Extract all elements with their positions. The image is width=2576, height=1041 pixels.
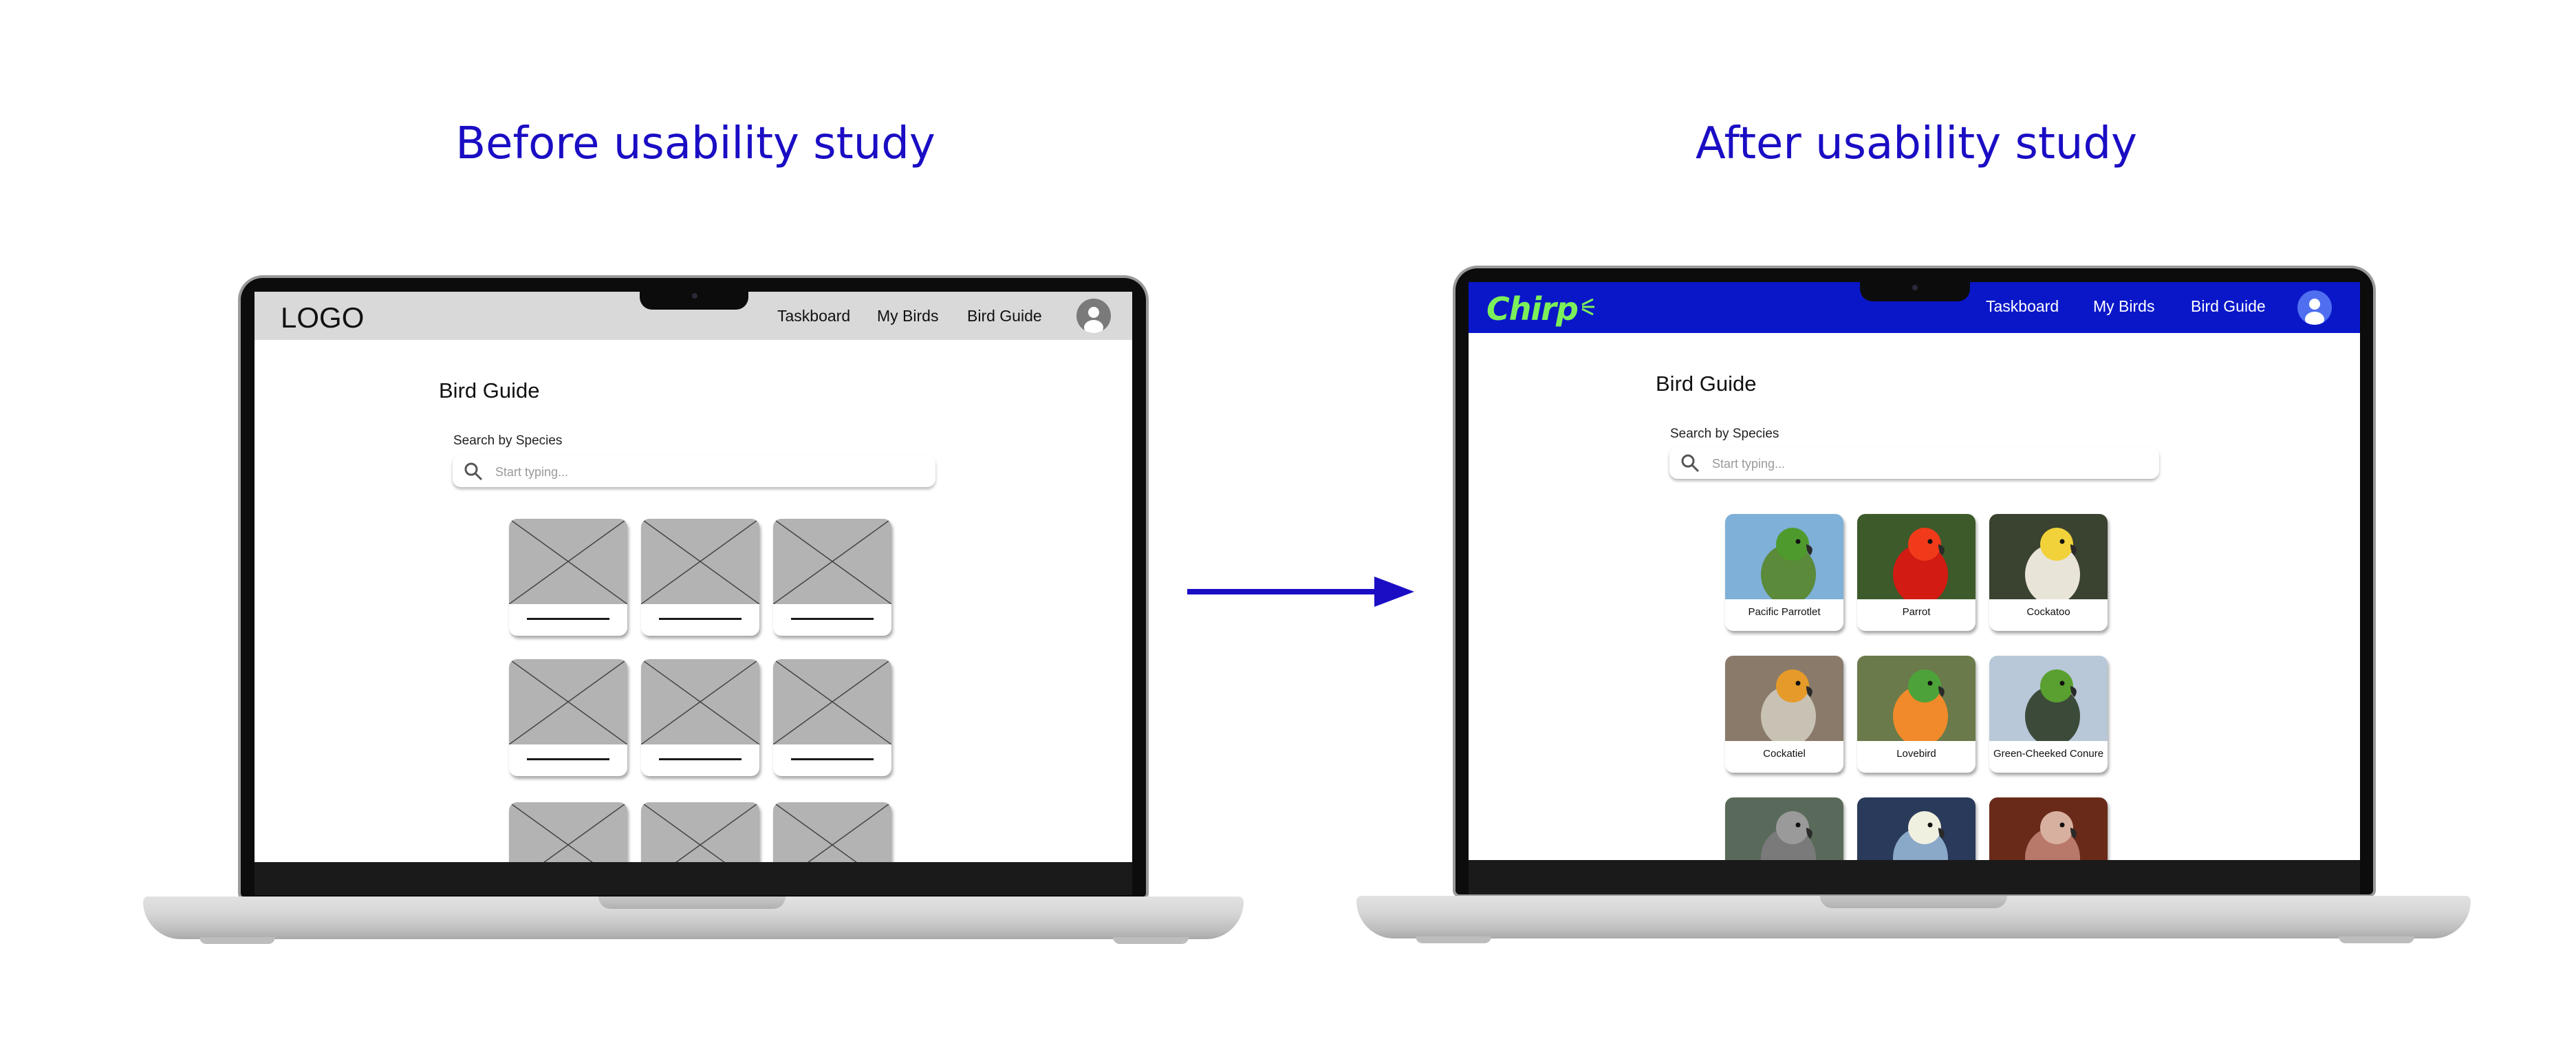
chirp-logo[interactable]: Chirp	[1486, 290, 1596, 328]
page-title: Bird Guide	[439, 378, 540, 403]
placeholder-card[interactable]	[641, 659, 759, 776]
after-navbar: Chirp Taskboard My Birds Bird Guide	[1469, 282, 2360, 333]
image-placeholder-icon	[509, 802, 627, 862]
bird-card[interactable]: Lovebird	[1857, 656, 1976, 773]
user-icon	[1084, 307, 1103, 333]
bird-card[interactable]: Cockatiel	[1725, 656, 1843, 773]
bird-card[interactable]	[1989, 797, 2108, 860]
bird-name: Parrot	[1902, 606, 1931, 618]
search-label: Search by Species	[453, 433, 563, 448]
placeholder-card[interactable]	[509, 519, 627, 636]
nav-my-birds[interactable]: My Birds	[2093, 297, 2154, 316]
label-placeholder	[527, 618, 609, 620]
search-icon	[464, 462, 483, 481]
search-box	[453, 455, 935, 487]
nav-taskboard[interactable]: Taskboard	[777, 307, 850, 325]
before-screen: LOGO Taskboard My Birds Bird Guide Bird …	[255, 292, 1132, 862]
image-placeholder-icon	[641, 802, 759, 862]
image-placeholder-icon	[773, 659, 891, 744]
bird-card[interactable]	[1725, 797, 1843, 860]
bird-card[interactable]: Pacific Parrotlet	[1725, 514, 1843, 631]
bird-photo	[1725, 797, 1843, 860]
image-placeholder-icon	[509, 659, 627, 744]
bird-photo	[1857, 656, 1976, 741]
label-placeholder	[791, 618, 874, 620]
before-heading: Before usability study	[455, 118, 935, 169]
chirp-logo-text: Chirp	[1486, 290, 1579, 328]
bird-photo	[1989, 656, 2108, 741]
bird-name: Green-Cheeked Conure	[1993, 748, 2104, 760]
bird-name: Lovebird	[1896, 748, 1936, 760]
placeholder-card[interactable]	[773, 519, 891, 636]
label-placeholder	[659, 618, 742, 620]
chirp-sound-icon	[1581, 298, 1595, 316]
bird-card[interactable]: Cockatoo	[1989, 514, 2108, 631]
placeholder-card[interactable]	[773, 659, 891, 776]
logo-placeholder[interactable]: LOGO	[281, 301, 364, 334]
user-avatar[interactable]	[1076, 299, 1111, 333]
placeholder-card[interactable]	[773, 802, 891, 862]
placeholder-card[interactable]	[641, 519, 759, 636]
search-label: Search by Species	[1670, 427, 1779, 441]
after-screen: Chirp Taskboard My Birds Bird Guide Bird…	[1469, 282, 2360, 860]
bird-photo	[1989, 797, 2108, 860]
search-input[interactable]	[494, 461, 882, 483]
before-navbar: LOGO Taskboard My Birds Bird Guide	[255, 292, 1132, 340]
after-heading: After usability study	[1696, 118, 2137, 169]
user-avatar[interactable]	[2297, 290, 2332, 325]
image-placeholder-icon	[641, 659, 759, 744]
bird-name: Cockatiel	[1763, 748, 1806, 760]
label-placeholder	[527, 758, 609, 760]
search-box	[1669, 447, 2159, 479]
after-app: Chirp Taskboard My Birds Bird Guide Bird…	[1469, 282, 2360, 860]
nav-bird-guide[interactable]: Bird Guide	[967, 307, 1042, 325]
bird-name: Cockatoo	[2026, 606, 2070, 618]
page-title: Bird Guide	[1656, 372, 1757, 396]
image-placeholder-icon	[773, 802, 891, 862]
nav-taskboard[interactable]: Taskboard	[1986, 297, 2059, 316]
before-app: LOGO Taskboard My Birds Bird Guide Bird …	[255, 292, 1132, 862]
placeholder-card[interactable]	[509, 659, 627, 776]
bird-card[interactable]: Parrot	[1857, 514, 1976, 631]
placeholder-card[interactable]	[641, 802, 759, 862]
search-input[interactable]	[1711, 453, 2099, 475]
bird-name: Pacific Parrotlet	[1748, 606, 1821, 618]
image-placeholder-icon	[773, 519, 891, 604]
bird-photo	[1725, 514, 1843, 599]
bird-photo	[1857, 514, 1976, 599]
nav-my-birds[interactable]: My Birds	[877, 307, 938, 325]
bird-photo	[1725, 656, 1843, 741]
image-placeholder-icon	[641, 519, 759, 604]
transition-arrow	[1187, 577, 1414, 607]
placeholder-card[interactable]	[509, 802, 627, 862]
bird-photo	[1857, 797, 1976, 860]
label-placeholder	[659, 758, 742, 760]
nav-bird-guide[interactable]: Bird Guide	[2191, 297, 2266, 316]
bird-card[interactable]	[1857, 797, 1976, 860]
label-placeholder	[791, 758, 874, 760]
bird-photo	[1989, 514, 2108, 599]
user-icon	[2305, 299, 2324, 325]
search-icon	[1681, 454, 1700, 473]
bird-card[interactable]: Green-Cheeked Conure	[1989, 656, 2108, 773]
image-placeholder-icon	[509, 519, 627, 604]
